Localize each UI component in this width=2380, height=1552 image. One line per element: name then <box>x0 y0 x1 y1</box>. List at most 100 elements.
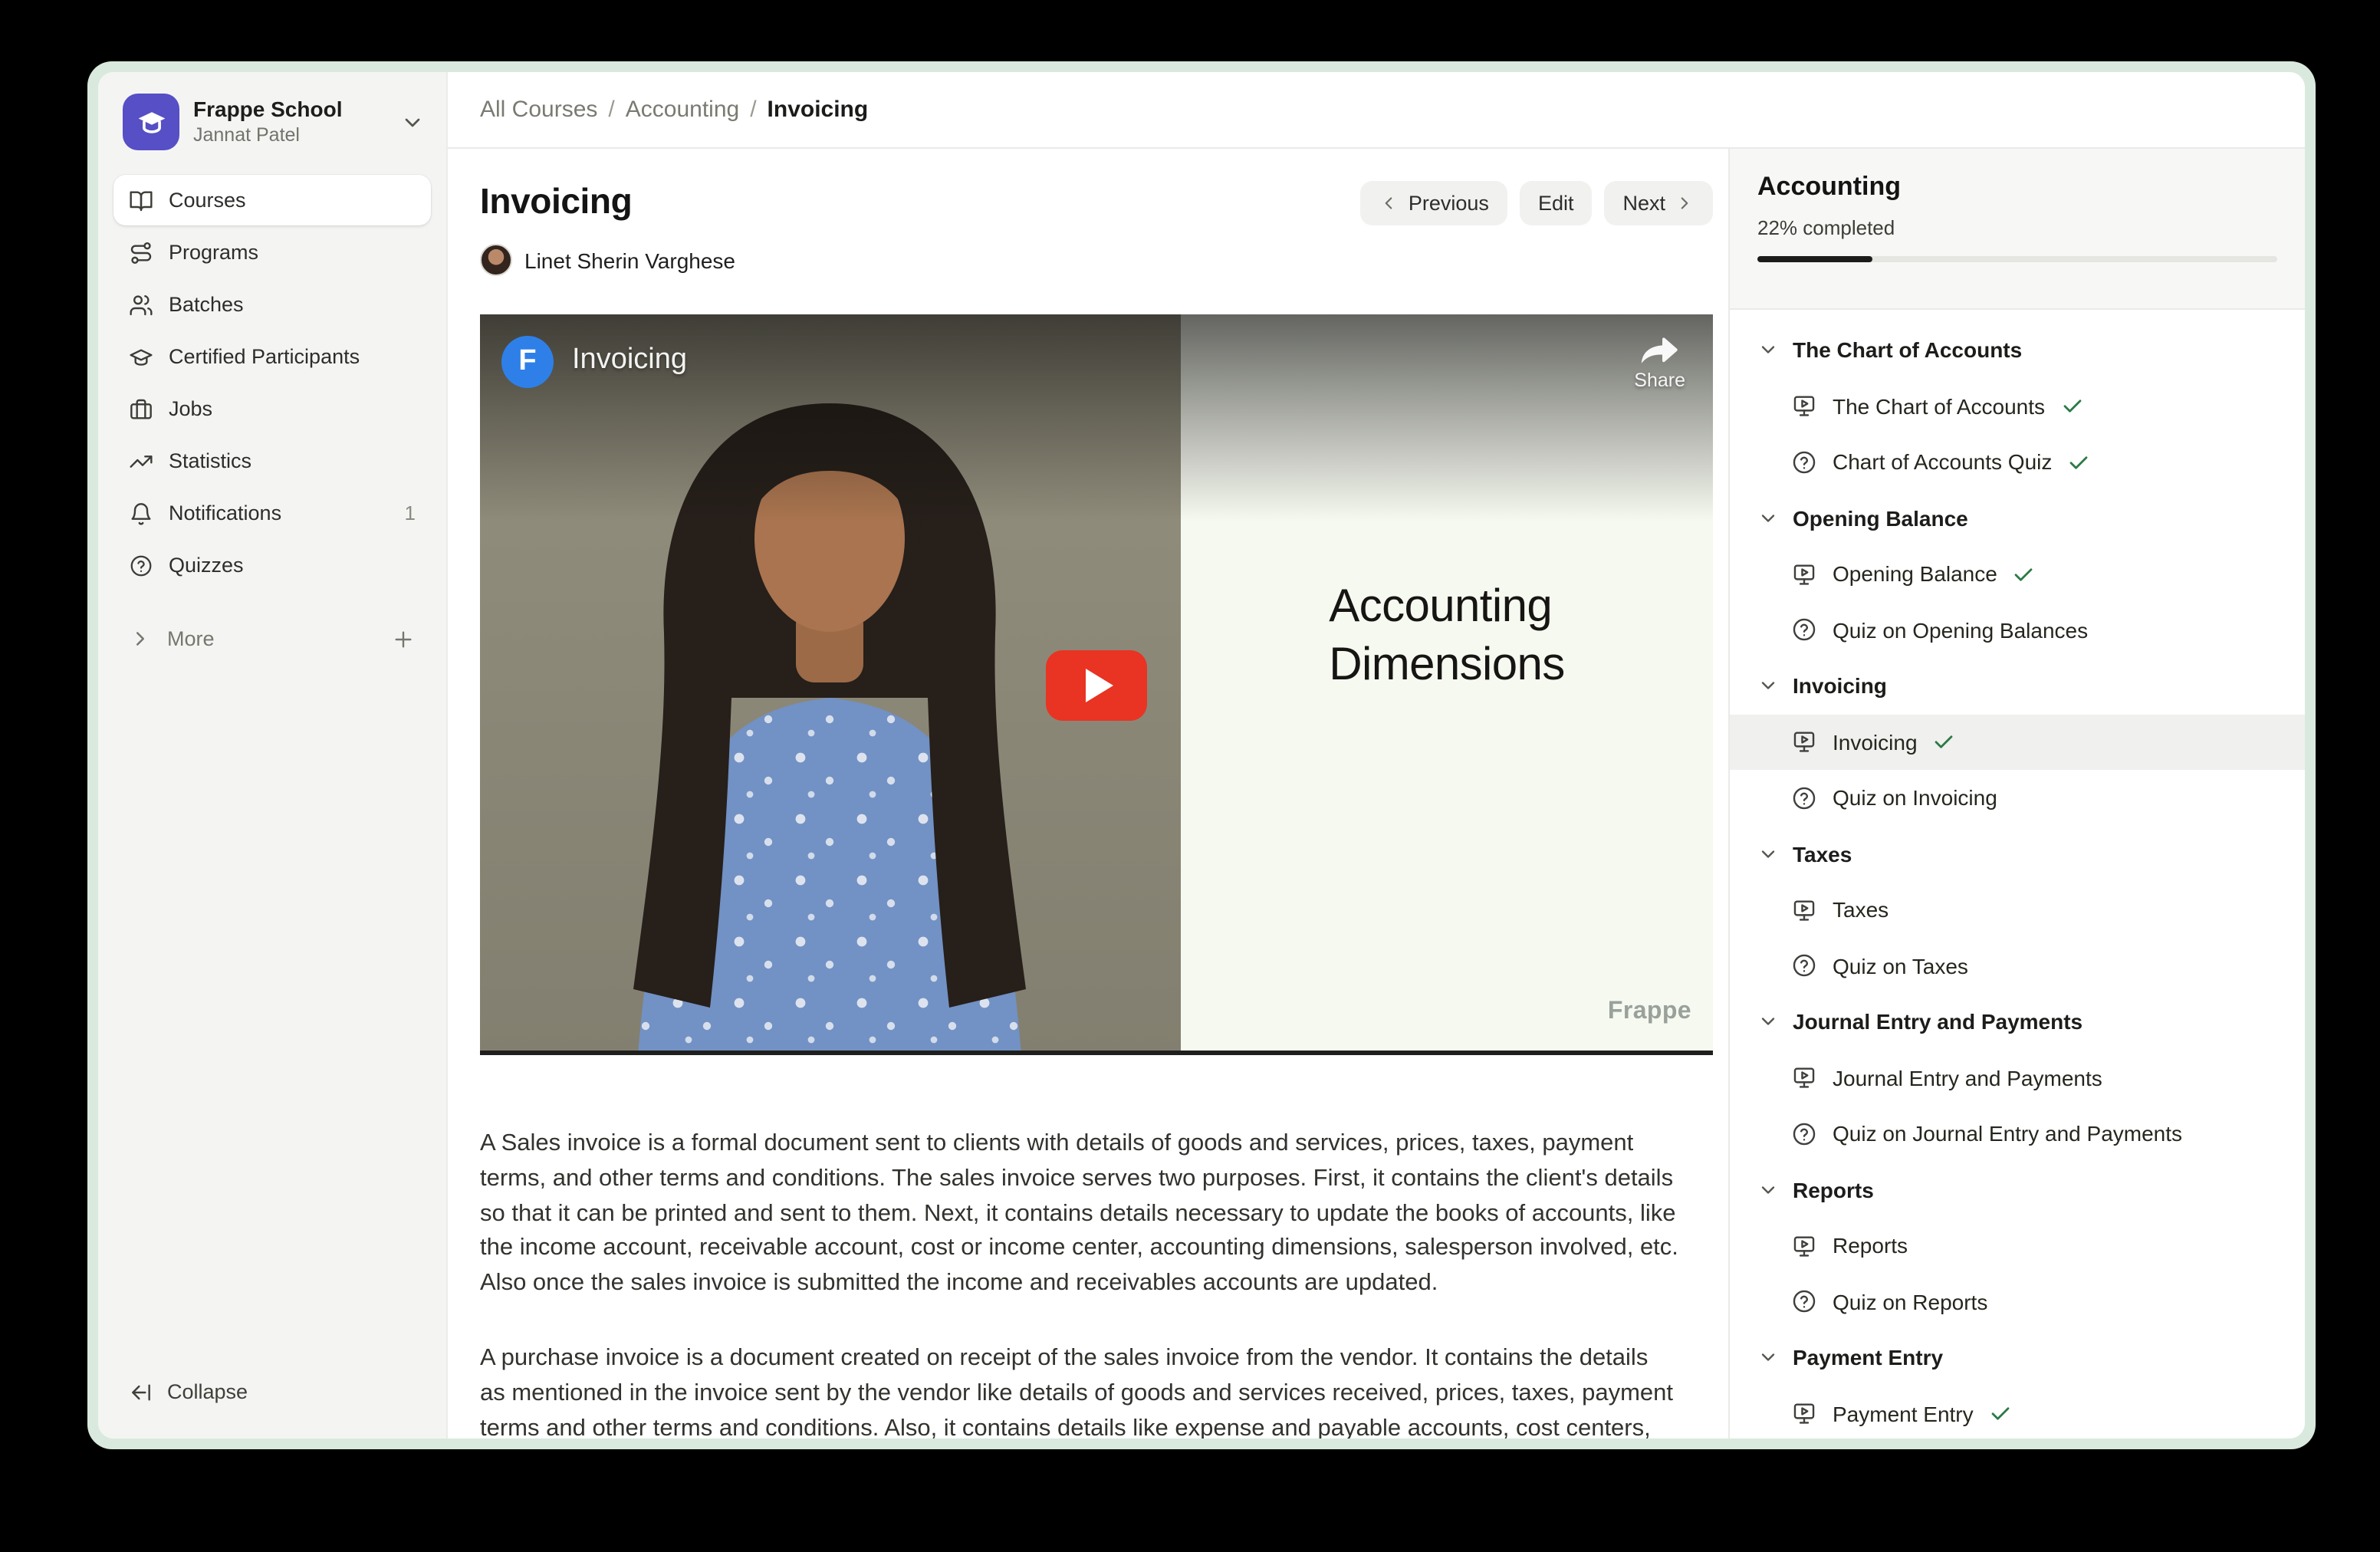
sidebar-item-quizzes[interactable]: Quizzes <box>113 540 431 590</box>
quiz-icon <box>1791 785 1817 811</box>
outline-quiz[interactable]: Quiz on Invoicing <box>1730 770 2305 826</box>
sidebar-item-label: Courses <box>169 189 416 212</box>
edit-label: Edit <box>1538 192 1574 215</box>
sidebar-more-toggle[interactable]: More <box>113 613 431 664</box>
course-name: Accounting <box>1757 172 2277 202</box>
slide-title: Accounting Dimensions <box>1329 578 1564 695</box>
lesson-label: Taxes <box>1833 898 1889 922</box>
chapter-row[interactable]: Invoicing <box>1730 658 2305 714</box>
channel-avatar[interactable]: F <box>501 336 554 388</box>
chapter-title: Invoicing <box>1793 674 1887 699</box>
play-triangle-icon <box>1086 669 1113 702</box>
outline-lesson[interactable]: Reports <box>1730 1218 2305 1274</box>
app-window: Frappe School Jannat Patel Courses <box>87 61 2316 1449</box>
chevron-left-icon <box>1379 193 1399 213</box>
next-button[interactable]: Next <box>1604 181 1713 225</box>
desktop-background: Frappe School Jannat Patel Courses <box>0 0 2380 1552</box>
chevron-down-icon <box>1757 843 1779 865</box>
chevron-down-icon <box>1757 676 1779 697</box>
video-title[interactable]: Invoicing <box>572 344 687 377</box>
chapter-row[interactable]: Opening Balance <box>1730 490 2305 546</box>
breadcrumb: All Courses/Accounting/Invoicing <box>480 97 868 123</box>
outline-lesson[interactable]: Journal Entry and Payments <box>1730 1050 2305 1106</box>
graduation-cap-logo-icon <box>134 105 168 139</box>
author-row: Linet Sherin Varghese <box>480 244 1713 276</box>
edit-button[interactable]: Edit <box>1520 181 1593 225</box>
chapter-row[interactable]: Payment Entry <box>1730 1330 2305 1386</box>
outline-lesson-active[interactable]: Invoicing <box>1730 714 2305 770</box>
breadcrumb-accounting[interactable]: Accounting <box>626 97 739 123</box>
sidebar-nav: Courses Programs Batches <box>98 169 446 592</box>
chapter-row[interactable]: Reports <box>1730 1162 2305 1218</box>
check-icon <box>2060 395 2083 418</box>
chapter-title: Reports <box>1793 1178 1874 1202</box>
sidebar-item-jobs[interactable]: Jobs <box>113 383 431 434</box>
content-row: Invoicing Previous Edit <box>448 149 2305 1439</box>
lesson-actions: Previous Edit Next <box>1361 181 1713 225</box>
outline-quiz[interactable]: Quiz on Opening Balances <box>1730 602 2305 658</box>
chevron-down-icon <box>1757 340 1779 361</box>
chapter-row[interactable]: Taxes <box>1730 826 2305 882</box>
slide-title-line1: Accounting <box>1329 578 1564 636</box>
sidebar-item-notifications[interactable]: Notifications 1 <box>113 488 431 538</box>
users-icon <box>129 292 153 317</box>
route-icon <box>129 240 153 265</box>
chapter-row[interactable]: Journal Entry and Payments <box>1730 994 2305 1050</box>
quiz-icon <box>1791 1289 1817 1315</box>
trending-up-icon <box>129 449 153 473</box>
previous-label: Previous <box>1409 192 1489 215</box>
breadcrumb-current: Invoicing <box>768 97 869 123</box>
chevron-down-icon <box>400 110 425 134</box>
sidebar-item-programs[interactable]: Programs <box>113 227 431 278</box>
workspace-name: Frappe School <box>193 97 386 123</box>
chevron-right-icon <box>129 627 152 650</box>
chapter-title: The Chart of Accounts <box>1793 338 2022 363</box>
monitor-play-icon <box>1791 897 1817 923</box>
outline-lesson[interactable]: Opening Balance <box>1730 546 2305 602</box>
outline-lesson[interactable]: Taxes <box>1730 882 2305 938</box>
outline-lesson[interactable]: Payment Entry <box>1730 1386 2305 1439</box>
author-avatar <box>480 244 512 276</box>
breadcrumb-separator: / <box>750 97 756 123</box>
outline-quiz[interactable]: Quiz on Journal Entry and Payments <box>1730 1106 2305 1162</box>
sidebar-item-certified-participants[interactable]: Certified Participants <box>113 331 431 382</box>
plus-icon[interactable] <box>391 626 416 651</box>
chapter-row[interactable]: The Chart of Accounts <box>1730 322 2305 378</box>
sidebar-item-label: Jobs <box>169 397 416 420</box>
previous-button[interactable]: Previous <box>1361 181 1507 225</box>
briefcase-icon <box>129 396 153 421</box>
progress-label: 22% completed <box>1757 216 2277 239</box>
slide-title-line2: Dimensions <box>1329 636 1564 695</box>
check-icon <box>2067 451 2090 474</box>
chapter-title: Journal Entry and Payments <box>1793 1010 2082 1034</box>
quiz-icon <box>1791 449 1817 475</box>
outline-lesson[interactable]: The Chart of Accounts <box>1730 378 2305 434</box>
lesson-label: Journal Entry and Payments <box>1833 1066 2102 1090</box>
chevron-down-icon <box>1757 508 1779 529</box>
video-player[interactable]: Accounting Dimensions Frappe F Invoicing <box>480 314 1713 1055</box>
chevron-down-icon <box>1757 1347 1779 1369</box>
sidebar-item-label: Programs <box>169 241 416 264</box>
progress-bar <box>1757 256 2277 262</box>
sidebar-collapse-button[interactable]: Collapse <box>113 1366 431 1417</box>
sidebar-item-statistics[interactable]: Statistics <box>113 436 431 486</box>
breadcrumb-all-courses[interactable]: All Courses <box>480 97 597 123</box>
share-button[interactable]: Share <box>1634 336 1685 391</box>
sidebar-item-label: Quizzes <box>169 554 416 577</box>
sidebar-item-courses[interactable]: Courses <box>113 175 431 225</box>
lesson-label: The Chart of Accounts <box>1833 394 2045 419</box>
outline-quiz[interactable]: Quiz on Reports <box>1730 1274 2305 1330</box>
lesson-label: Reports <box>1833 1234 1908 1258</box>
topbar: All Courses/Accounting/Invoicing <box>448 72 2305 149</box>
workspace-switcher[interactable]: Frappe School Jannat Patel <box>98 72 446 169</box>
monitor-play-icon <box>1791 1233 1817 1259</box>
check-icon <box>1933 731 1956 754</box>
share-label: Share <box>1634 370 1685 391</box>
collapse-arrow-icon <box>129 1379 153 1404</box>
play-button[interactable] <box>1046 650 1147 721</box>
outline-list: The Chart of Accounts The Chart of Accou… <box>1730 310 2305 1439</box>
sidebar-item-batches[interactable]: Batches <box>113 279 431 330</box>
more-label: More <box>167 627 376 650</box>
outline-quiz[interactable]: Chart of Accounts Quiz <box>1730 434 2305 490</box>
outline-quiz[interactable]: Quiz on Taxes <box>1730 938 2305 994</box>
